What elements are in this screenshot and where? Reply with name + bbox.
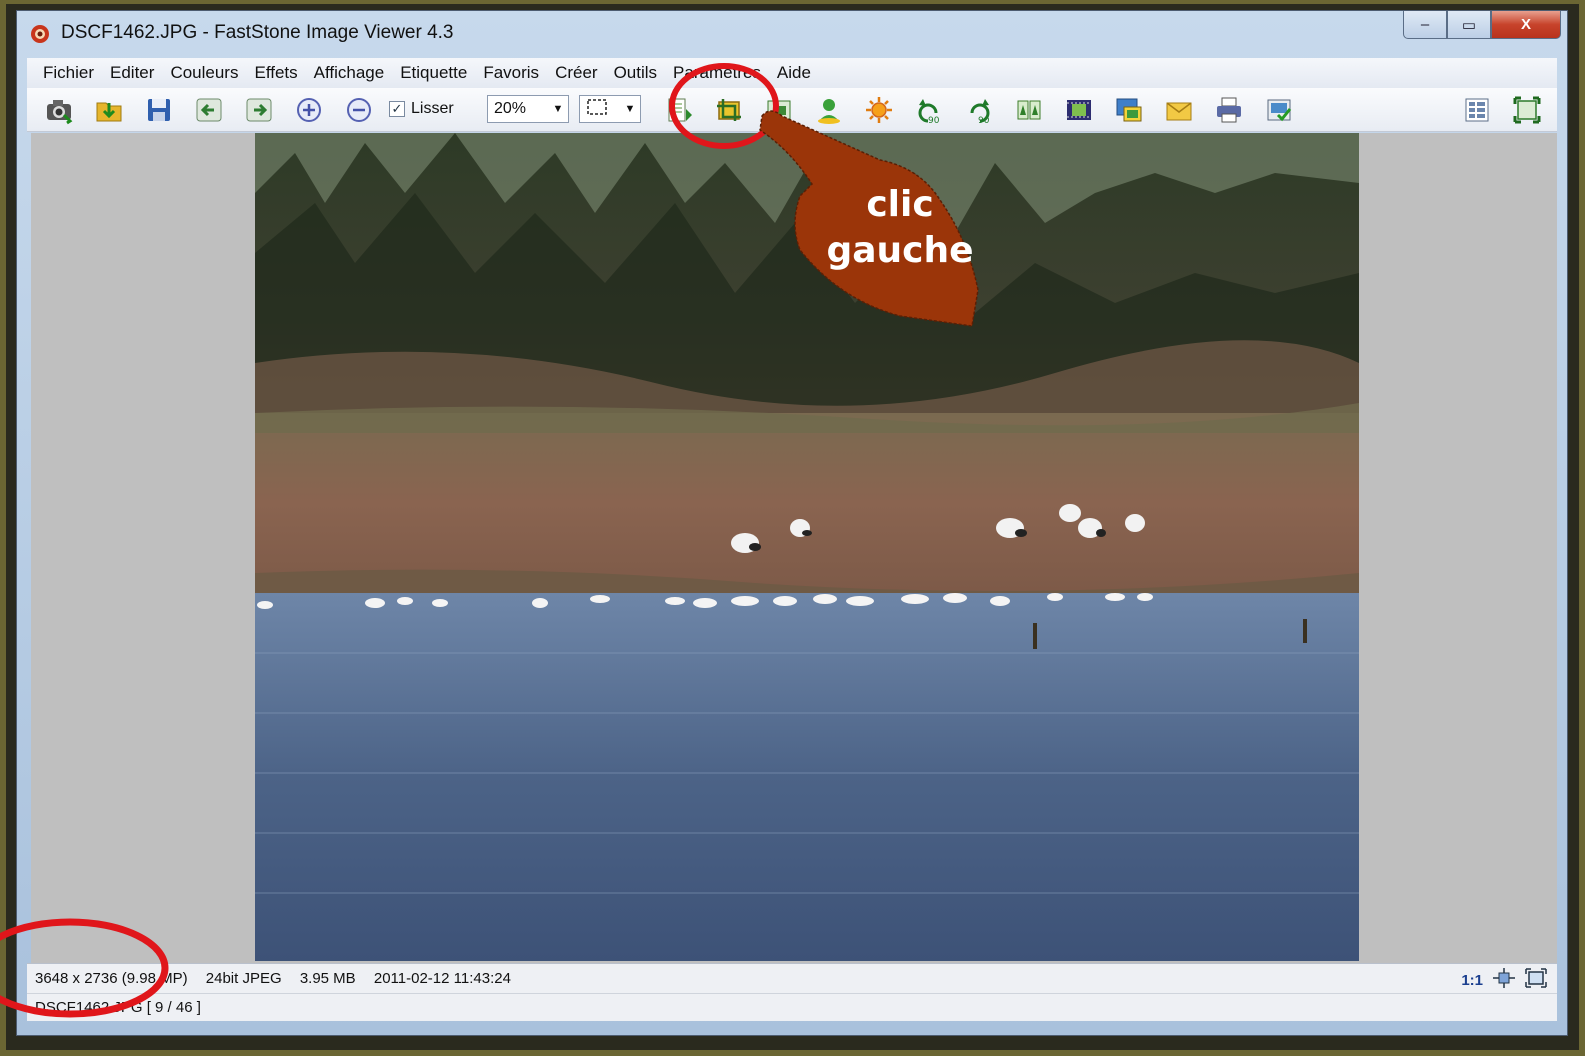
title-bar[interactable]: DSCF1462.JPG - FastStone Image Viewer 4.…: [17, 11, 1567, 55]
close-button[interactable]: X: [1491, 11, 1561, 39]
zoom-out-icon[interactable]: [343, 94, 375, 126]
previous-icon[interactable]: [193, 94, 225, 126]
app-window: DSCF1462.JPG - FastStone Image Viewer 4.…: [16, 10, 1568, 1036]
toolbar: ✓ Lisser 20% ▼ ▼ 90 90: [27, 88, 1557, 132]
menu-couleurs[interactable]: Couleurs: [162, 63, 246, 83]
resize-icon[interactable]: [763, 94, 795, 126]
zoom-select[interactable]: 20% ▼: [487, 95, 569, 123]
status-filename: DSCF1462.JPG [ 9 / 46 ]: [35, 999, 201, 1016]
actual-size-button[interactable]: 1:1: [1461, 972, 1483, 989]
fullscreen-icon[interactable]: [1511, 94, 1543, 126]
maximize-button[interactable]: ▭: [1447, 11, 1491, 39]
slideshow-icon[interactable]: [1063, 94, 1095, 126]
wallpaper-icon[interactable]: [1113, 94, 1145, 126]
menu-bar: Fichier Editer Couleurs Effets Affichage…: [27, 58, 1557, 88]
status-bar-file: DSCF1462.JPG [ 9 / 46 ]: [27, 993, 1557, 1021]
menu-favoris[interactable]: Favoris: [475, 63, 547, 83]
status-format: 24bit JPEG: [205, 970, 282, 987]
menu-etiquette[interactable]: Etiquette: [392, 63, 475, 83]
save-icon[interactable]: [143, 94, 175, 126]
menu-editer[interactable]: Editer: [102, 63, 162, 83]
menu-fichier[interactable]: Fichier: [35, 63, 102, 83]
selection-mode-select[interactable]: ▼: [579, 95, 641, 123]
rotate-right-icon[interactable]: 90: [963, 94, 995, 126]
fit-window-icon[interactable]: [1493, 968, 1515, 992]
compare-icon[interactable]: [1013, 94, 1045, 126]
status-dimensions: 3648 x 2736 (9.98 MP): [35, 970, 188, 987]
menu-aide[interactable]: Aide: [769, 63, 819, 83]
status-size: 3.95 MB: [299, 970, 356, 987]
batch-icon[interactable]: [1263, 94, 1295, 126]
smooth-checkbox[interactable]: ✓ Lisser: [389, 100, 454, 118]
menu-effets[interactable]: Effets: [246, 63, 305, 83]
chevron-down-icon: ▼: [552, 103, 564, 115]
zoom-in-icon[interactable]: [293, 94, 325, 126]
svg-text:90: 90: [978, 116, 990, 125]
menu-affichage[interactable]: Affichage: [306, 63, 393, 83]
zoom-value: 20%: [494, 100, 527, 117]
rotate-left-icon[interactable]: 90: [913, 94, 945, 126]
next-icon[interactable]: [243, 94, 275, 126]
app-icon: [29, 23, 51, 45]
open-folder-icon[interactable]: [93, 94, 125, 126]
brightness-icon[interactable]: [863, 94, 895, 126]
window-title: DSCF1462.JPG - FastStone Image Viewer 4.…: [61, 22, 454, 43]
fullscreen-small-icon[interactable]: [1525, 968, 1547, 992]
minimize-button[interactable]: –: [1403, 11, 1447, 39]
color-icon[interactable]: [813, 94, 845, 126]
status-datetime: 2011-02-12 11:43:24: [373, 970, 511, 987]
browser-mode-icon[interactable]: [1461, 94, 1493, 126]
annotation-line2: gauche: [826, 230, 974, 271]
checkmark-icon: ✓: [389, 101, 405, 117]
status-bar: 3648 x 2736 (9.98 MP) 24bit JPEG 3.95 MB…: [27, 963, 1557, 993]
print-icon[interactable]: [1213, 94, 1245, 126]
menu-creer[interactable]: Créer: [547, 63, 606, 83]
email-icon[interactable]: [1163, 94, 1195, 126]
menu-parametres[interactable]: Paramètres: [665, 63, 769, 83]
crop-board-icon[interactable]: [663, 94, 695, 126]
camera-icon[interactable]: [43, 94, 75, 126]
selection-rect-icon: [580, 98, 620, 121]
annotation-line1: clic: [866, 184, 934, 225]
smooth-label: Lisser: [411, 100, 454, 117]
menu-outils[interactable]: Outils: [606, 63, 665, 83]
crop-icon[interactable]: [713, 94, 745, 126]
svg-text:90: 90: [928, 116, 940, 125]
chevron-down-icon: ▼: [624, 103, 636, 115]
